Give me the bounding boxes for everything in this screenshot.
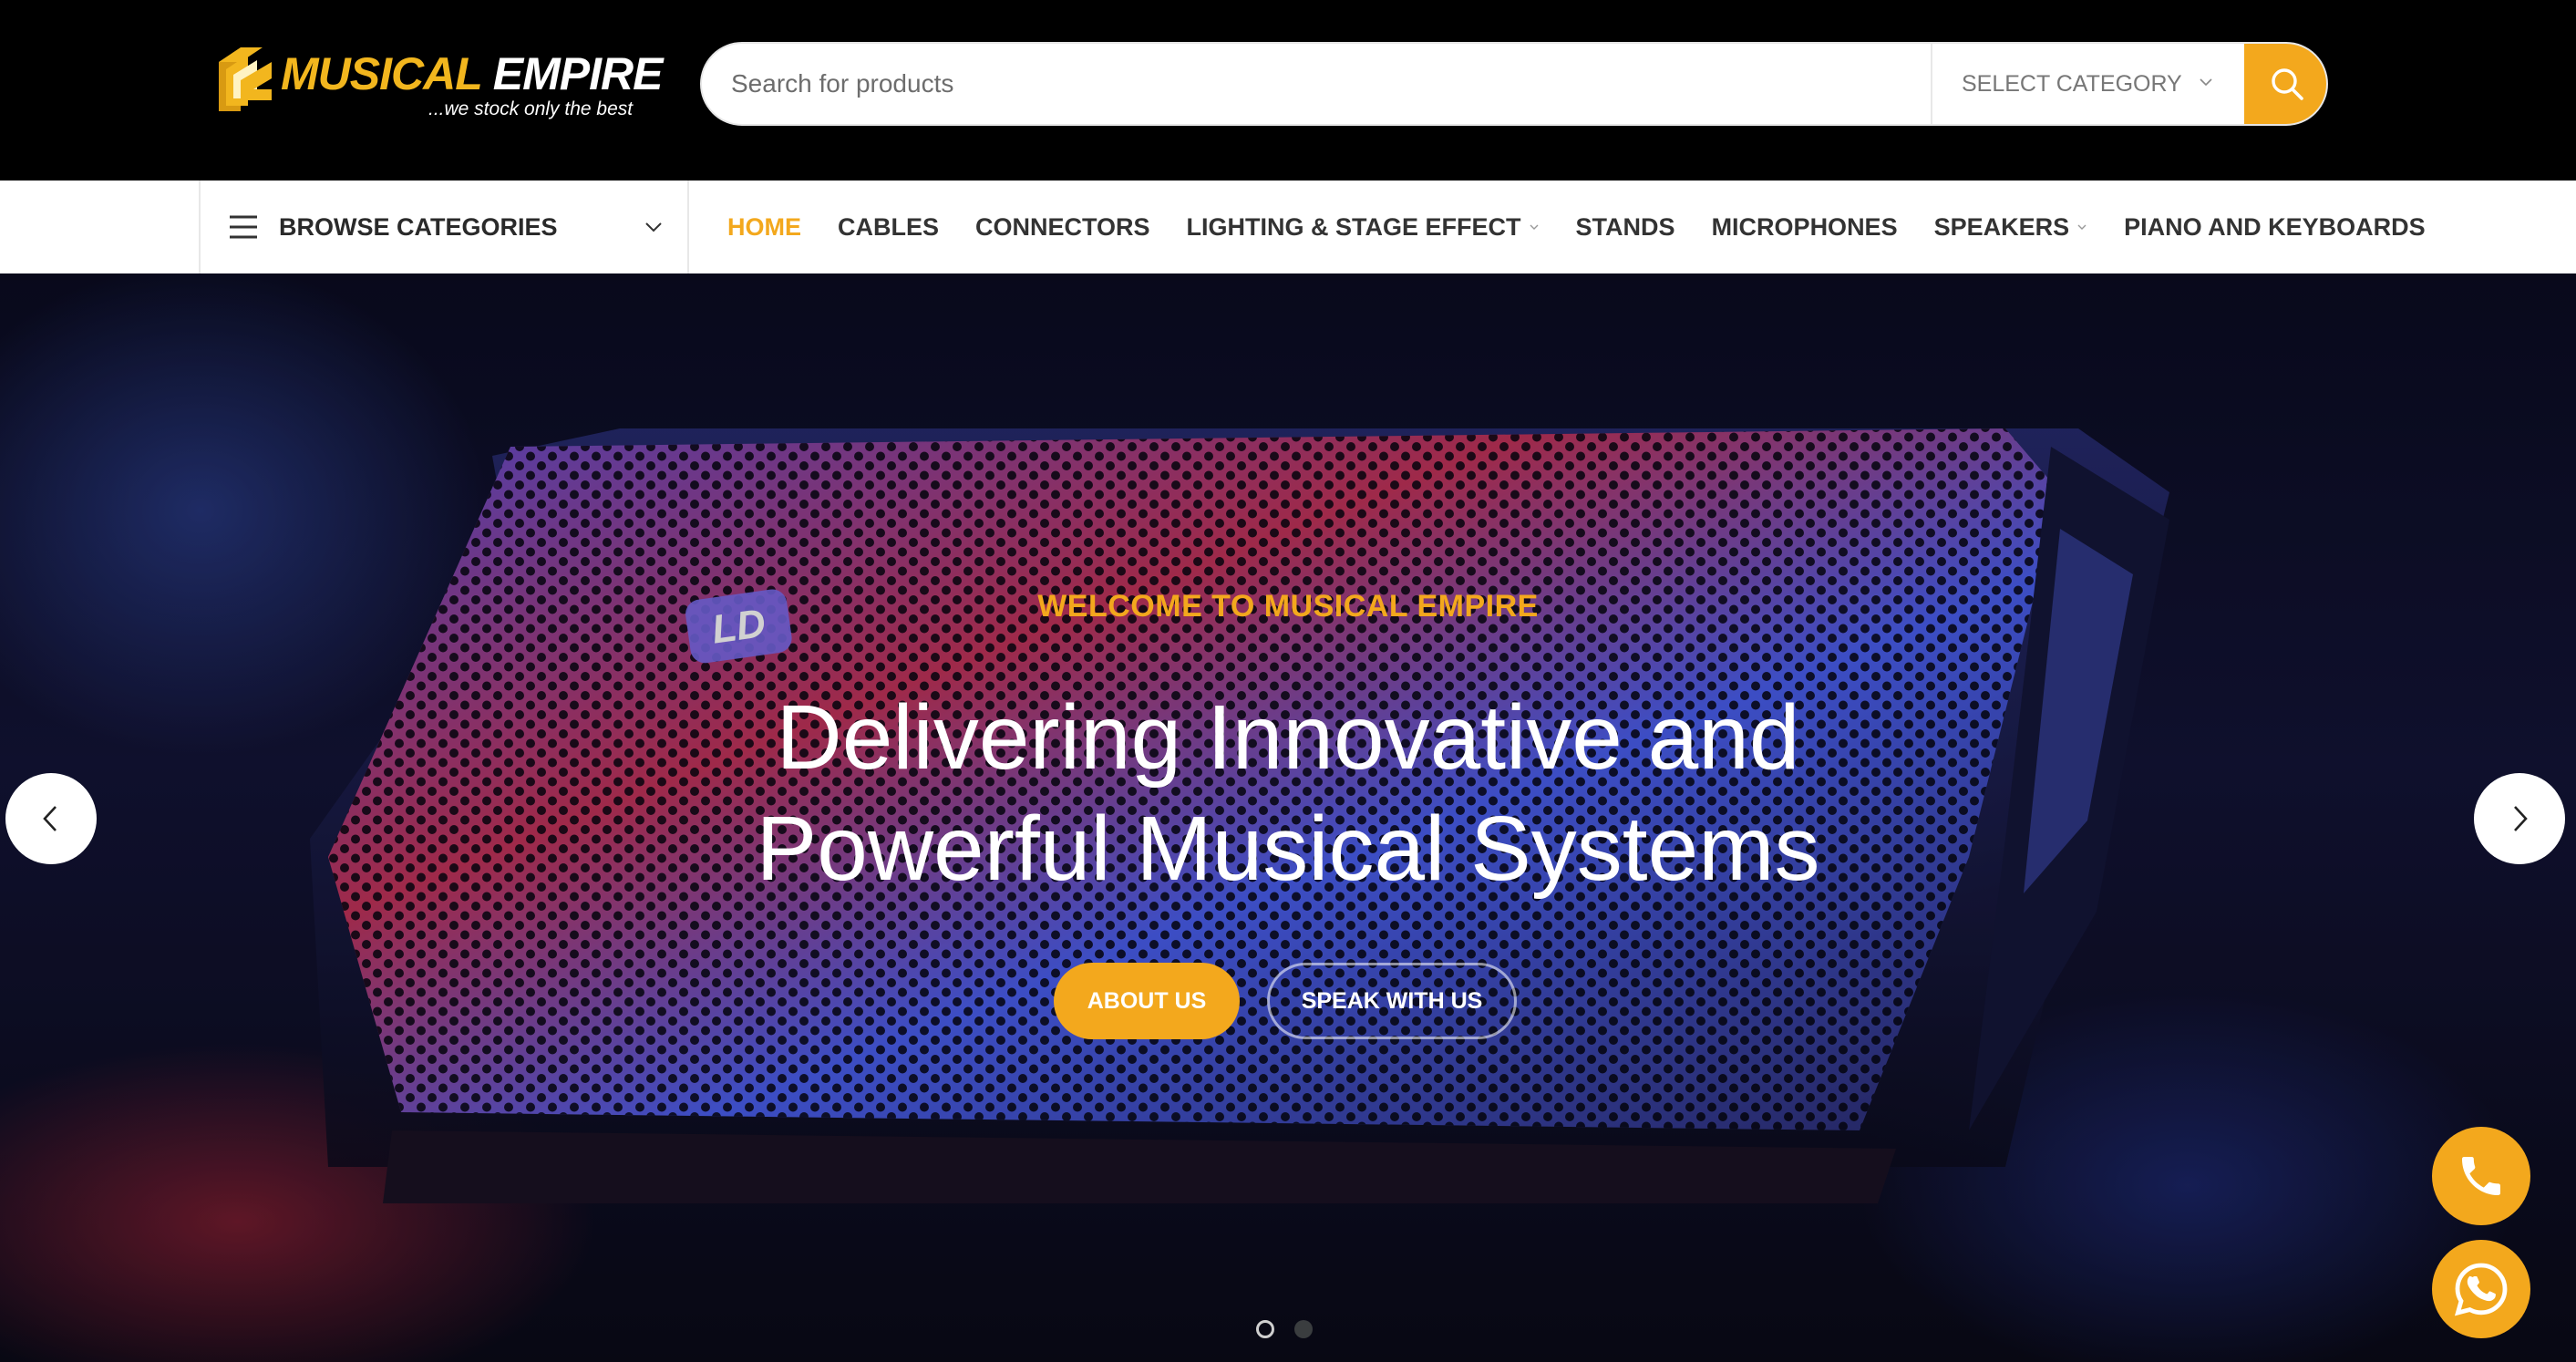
top-header: MUSICAL EMPIRE ...we stock only the best… (0, 0, 2576, 181)
phone-icon (2462, 1157, 2500, 1195)
slider-dot-1[interactable] (1256, 1320, 1274, 1338)
nav-item-label: LIGHTING & STAGE EFFECT (1186, 212, 1521, 241)
whatsapp-button[interactable] (2432, 1240, 2530, 1338)
chevron-down-icon (2077, 224, 2087, 230)
nav-item-lighting-stage-effect[interactable]: LIGHTING & STAGE EFFECT (1187, 213, 1540, 242)
nav-item-home[interactable]: HOME (727, 213, 801, 242)
nav-bar: BROWSE CATEGORIES HOME CABLES CONNECTORS… (0, 181, 2576, 273)
nav-item-label: STANDS (1575, 212, 1675, 241)
search-bar: SELECT CATEGORY (700, 42, 2328, 126)
nav-item-label: PIANO AND KEYBOARDS (2124, 212, 2426, 241)
logo-title: MUSICAL EMPIRE (281, 48, 664, 99)
speak-with-us-button[interactable]: SPEAK WITH US (1267, 963, 1517, 1039)
browse-categories-button[interactable]: BROWSE CATEGORIES (199, 181, 689, 273)
nav-item-label: MICROPHONES (1711, 212, 1898, 241)
call-button[interactable] (2432, 1127, 2530, 1225)
category-select[interactable]: SELECT CATEGORY (1931, 44, 2241, 124)
whatsapp-icon (2454, 1263, 2508, 1316)
chevron-left-icon (43, 806, 57, 831)
search-input[interactable] (702, 44, 1931, 124)
search-button[interactable] (2244, 44, 2326, 124)
category-select-label: SELECT CATEGORY (1962, 70, 2182, 97)
chevron-down-icon (645, 222, 662, 232)
chevron-right-icon (2514, 806, 2528, 831)
hamburger-icon (230, 215, 257, 239)
hero-title: Delivering Innovative and Powerful Music… (0, 682, 2576, 904)
logo-word-musical: MUSICAL (281, 48, 482, 99)
slider-prev-button[interactable] (5, 773, 97, 864)
chevron-down-icon (2200, 78, 2212, 87)
nav-item-label: CONNECTORS (975, 212, 1150, 241)
nav-item-speakers[interactable]: SPEAKERS (1934, 213, 2088, 242)
logo-tagline: ...we stock only the best (428, 98, 634, 119)
logo[interactable]: MUSICAL EMPIRE ...we stock only the best (213, 42, 663, 126)
about-us-button[interactable]: ABOUT US (1054, 963, 1240, 1039)
nav-item-microphones[interactable]: MICROPHONES (1712, 213, 1898, 242)
nav-item-piano-and-keyboards[interactable]: PIANO AND KEYBOARDS (2124, 213, 2426, 242)
search-icon (2272, 68, 2303, 100)
logo-mark-icon (219, 47, 272, 111)
hero-kicker: WELCOME TO MUSICAL EMPIRE (1037, 589, 1539, 624)
logo-word-empire: EMPIRE (492, 48, 664, 99)
hero-slider: LD WELCOME TO MUSICAL EMPIRE Delivering … (0, 273, 2576, 1362)
nav-item-label: SPEAKERS (1933, 212, 2070, 241)
chevron-down-icon (1530, 224, 1539, 230)
nav-item-stands[interactable]: STANDS (1576, 213, 1675, 242)
hero-title-line-2: Powerful Musical Systems (756, 798, 1820, 900)
main-nav: HOME CABLES CONNECTORS LIGHTING & STAGE … (727, 181, 2462, 273)
browse-categories-label: BROWSE CATEGORIES (279, 213, 558, 241)
slider-pagination (1256, 1320, 1333, 1338)
hero-title-line-1: Delivering Innovative and (776, 686, 1800, 789)
slider-next-button[interactable] (2474, 773, 2565, 864)
slider-dot-2[interactable] (1294, 1320, 1313, 1338)
nav-item-connectors[interactable]: CONNECTORS (975, 213, 1150, 242)
nav-item-label: HOME (727, 212, 801, 241)
nav-item-label: CABLES (838, 212, 940, 241)
nav-item-cables[interactable]: CABLES (838, 213, 939, 242)
